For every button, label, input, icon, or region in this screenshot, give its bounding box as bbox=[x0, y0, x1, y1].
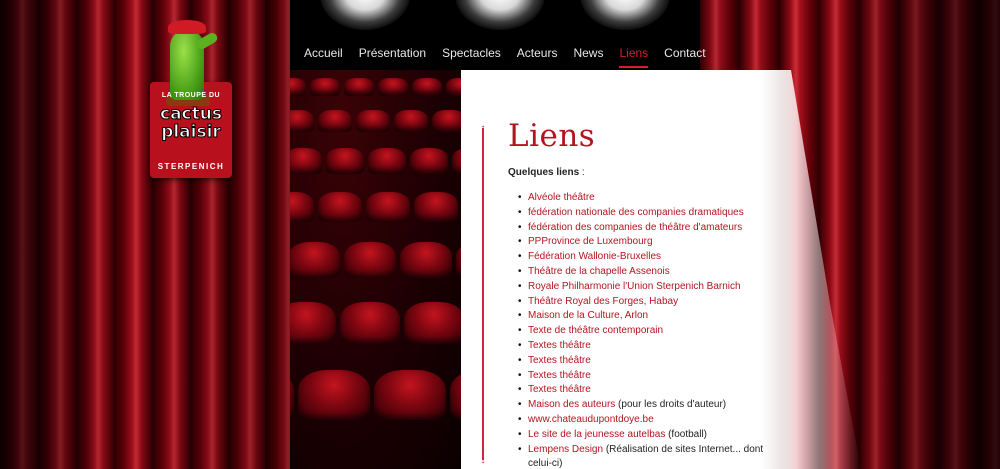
link[interactable]: Maison des auteurs bbox=[528, 399, 615, 410]
list-item: PPProvince de Luxembourg bbox=[518, 235, 768, 250]
nav-presentation[interactable]: Présentation bbox=[351, 40, 434, 68]
link[interactable]: Textes théâtre bbox=[528, 370, 591, 381]
nav-accueil[interactable]: Accueil bbox=[296, 40, 351, 68]
nav-contact[interactable]: Contact bbox=[656, 40, 713, 68]
link[interactable]: Le site de la jeunesse autelbas bbox=[528, 429, 665, 440]
link[interactable]: Textes théâtre bbox=[528, 340, 591, 351]
link[interactable]: Royale Philharmonie l'Union Sterpenich B… bbox=[528, 281, 741, 292]
link[interactable]: fédération nationale des companies drama… bbox=[528, 207, 744, 218]
nav-liens[interactable]: Liens bbox=[611, 40, 656, 68]
link[interactable]: PPProvince de Luxembourg bbox=[528, 236, 653, 247]
cactus-plaisir-logo[interactable]: LA TROUPE DU cactus plaisir STERPENICH bbox=[148, 12, 234, 182]
scrollbar-track[interactable] bbox=[482, 128, 484, 460]
link[interactable]: Alvéole théâtre bbox=[528, 192, 595, 203]
list-item: Lempens Design (Réalisation de sites Int… bbox=[518, 443, 768, 458]
links-list: Alvéole théâtre fédération nationale des… bbox=[518, 191, 768, 469]
list-item: fédération des companies de théâtre d'am… bbox=[518, 221, 768, 236]
logo-line-4: STERPENICH bbox=[157, 162, 225, 171]
list-item: Fédération Wallonie-Bruxelles bbox=[518, 250, 768, 265]
logo-line-1: LA TROUPE DU bbox=[161, 92, 221, 99]
list-item: Textes théâtre bbox=[518, 369, 768, 384]
nav-acteurs[interactable]: Acteurs bbox=[509, 40, 566, 68]
link[interactable]: Textes théâtre bbox=[528, 355, 591, 366]
list-item: fédération nationale des companies drama… bbox=[518, 206, 768, 221]
list-item-continuation: celui-ci) bbox=[520, 457, 768, 469]
link[interactable]: www.chateaudupontdoye.be bbox=[528, 414, 654, 425]
curtain-left bbox=[0, 0, 290, 469]
link[interactable]: Lempens Design bbox=[528, 444, 603, 455]
spotlight bbox=[580, 0, 670, 30]
list-item: Textes théâtre bbox=[518, 339, 768, 354]
link[interactable]: Maison de la Culture, Arlon bbox=[528, 310, 648, 321]
link-note: (pour les droits d'auteur) bbox=[615, 399, 727, 411]
down-arrow-icon[interactable]: ↓ bbox=[477, 456, 489, 466]
link-note: (Réalisation de sites Internet... dont bbox=[603, 443, 764, 455]
stage-background: LA TROUPE DU cactus plaisir STERPENICH A… bbox=[0, 0, 1000, 469]
link[interactable]: Théâtre de la chapelle Assenois bbox=[528, 266, 670, 277]
nav-spectacles[interactable]: Spectacles bbox=[434, 40, 509, 68]
link[interactable]: Théâtre Royal des Forges, Habay bbox=[528, 296, 678, 307]
list-item: Textes théâtre bbox=[518, 354, 768, 369]
intro-colon: : bbox=[579, 167, 585, 178]
list-item: Le site de la jeunesse autelbas (footbal… bbox=[518, 428, 768, 443]
link[interactable]: Texte de théâtre contemporain bbox=[528, 325, 663, 336]
list-item: Texte de théâtre contemporain bbox=[518, 324, 768, 339]
link-note: celui-ci) bbox=[528, 458, 563, 469]
spotlight bbox=[320, 0, 410, 30]
link[interactable]: fédération des companies de théâtre d'am… bbox=[528, 222, 742, 233]
logo-line-2: cactus bbox=[160, 104, 223, 124]
main-nav: Accueil Présentation Spectacles Acteurs … bbox=[296, 40, 714, 70]
cactus-hat bbox=[168, 20, 206, 34]
link-note: (football) bbox=[665, 428, 708, 440]
list-item: Maison des auteurs (pour les droits d'au… bbox=[518, 398, 768, 413]
list-item: Textes théâtre bbox=[518, 383, 768, 398]
intro-label: Quelques liens bbox=[508, 167, 580, 178]
theatre-seats-image bbox=[262, 70, 462, 469]
link[interactable]: Fédération Wallonie-Bruxelles bbox=[528, 251, 661, 262]
intro-text: Quelques liens : bbox=[508, 167, 768, 191]
nav-news[interactable]: News bbox=[565, 40, 611, 68]
page-title: Liens bbox=[508, 118, 596, 154]
list-item: Théâtre Royal des Forges, Habay bbox=[518, 295, 768, 310]
list-item: Alvéole théâtre bbox=[518, 191, 768, 206]
logo-line-3: plaisir bbox=[161, 122, 222, 142]
list-item: Théâtre de la chapelle Assenois bbox=[518, 265, 768, 280]
link[interactable]: Textes théâtre bbox=[528, 384, 591, 395]
list-item: Maison de la Culture, Arlon bbox=[518, 309, 768, 324]
spotlight bbox=[455, 0, 545, 30]
list-item: www.chateaudupontdoye.be bbox=[518, 413, 768, 428]
main-content: Liens Quelques liens : Alvéole théâtre f… bbox=[508, 118, 768, 469]
list-item: Royale Philharmonie l'Union Sterpenich B… bbox=[518, 280, 768, 295]
